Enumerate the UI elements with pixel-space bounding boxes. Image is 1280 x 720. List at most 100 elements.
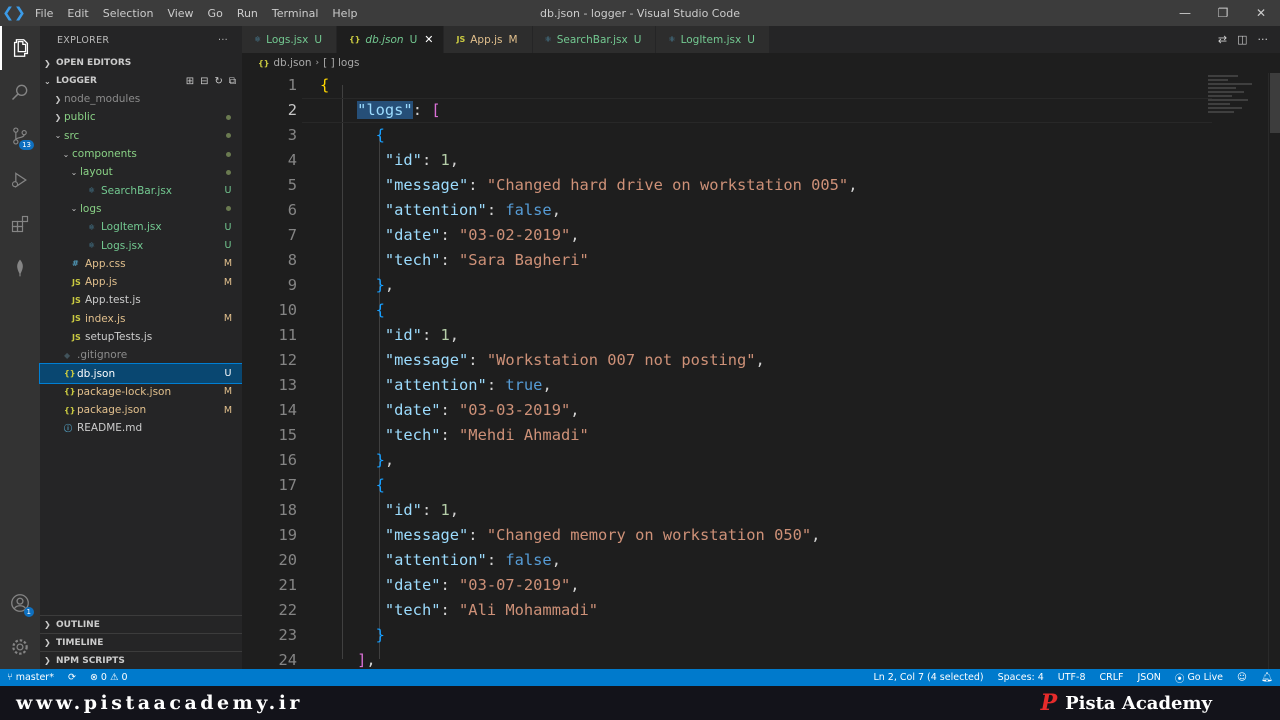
- close-tab-icon[interactable]: ✕: [424, 33, 433, 46]
- tab-status: U: [409, 33, 418, 46]
- git-status: M: [223, 313, 233, 325]
- modified-dot-icon: [225, 151, 231, 157]
- file-item[interactable]: # App.css M: [40, 255, 242, 273]
- breadcrumb-file[interactable]: db.json: [273, 57, 311, 69]
- restore-icon[interactable]: ❐: [1204, 0, 1242, 26]
- tab-searchbar-jsx[interactable]: ⚛ SearchBar.jsx U: [532, 26, 657, 53]
- outline-section[interactable]: ❯ OUTLINE: [40, 615, 242, 633]
- code-token: "id": [384, 151, 422, 169]
- line-number: 8: [287, 251, 297, 269]
- breadcrumb-symbol[interactable]: [ ] logs: [323, 57, 359, 69]
- explorer-actions: ⊞ ⊟ ↻ ⧉: [186, 76, 242, 87]
- language-mode[interactable]: JSON: [1131, 671, 1168, 685]
- line-number: 10: [278, 301, 297, 319]
- file-item[interactable]: ⚛ Logs.jsx U: [40, 236, 242, 254]
- file-item[interactable]: {} db.json U: [39, 363, 243, 384]
- search-icon[interactable]: [0, 70, 40, 114]
- code-line: 21 "date": "03-07-2019",: [242, 573, 1202, 598]
- file-type-icon: JS: [72, 277, 81, 287]
- problems-indicator[interactable]: ⊗ 0 ⚠ 0: [83, 672, 135, 683]
- collapse-all-icon[interactable]: ⧉: [229, 76, 236, 87]
- code-token: "Changed hard drive on workstation 005": [486, 176, 849, 194]
- code-editor[interactable]: 1{2 "logs": [3 {4 "id": 1, 5 "message": "…: [242, 73, 1280, 669]
- source-control-icon[interactable]: 13: [0, 114, 40, 158]
- sync-icon[interactable]: ⟳: [61, 672, 83, 683]
- open-editors-section[interactable]: ❯ OPEN EDITORS: [40, 54, 242, 72]
- more-actions-icon[interactable]: ···: [218, 35, 228, 46]
- file-item[interactable]: JS App.test.js: [40, 291, 242, 309]
- menu-help[interactable]: Help: [325, 7, 364, 20]
- minimap[interactable]: [1208, 73, 1268, 133]
- vertical-scrollbar[interactable]: [1268, 73, 1280, 669]
- new-file-icon[interactable]: ⊞: [186, 76, 194, 87]
- refresh-icon[interactable]: ↻: [214, 76, 222, 87]
- file-item[interactable]: ⓘ README.md: [40, 419, 242, 437]
- branch-indicator[interactable]: ⑂ master*: [0, 672, 61, 683]
- settings-gear-icon[interactable]: [0, 625, 40, 669]
- tab-db-json[interactable]: {} db.json U ✕: [337, 26, 445, 53]
- run-debug-icon[interactable]: [0, 158, 40, 202]
- compare-icon[interactable]: ⇄: [1218, 33, 1227, 46]
- close-window-icon[interactable]: ✕: [1242, 0, 1280, 26]
- menu-view[interactable]: View: [160, 7, 200, 20]
- line-ending[interactable]: CRLF: [1093, 671, 1131, 685]
- file-item[interactable]: ⚛ LogItem.jsx U: [40, 218, 242, 236]
- split-editor-icon[interactable]: ◫: [1237, 33, 1247, 46]
- code-token: ,: [848, 176, 858, 194]
- vscode-logo-icon: ❮❯: [2, 5, 26, 21]
- file-item[interactable]: JS App.js M: [40, 273, 242, 291]
- file-item[interactable]: ◆ .gitignore: [40, 346, 242, 364]
- go-live-button[interactable]: ⦿ Go Live: [1168, 671, 1230, 685]
- folder-item[interactable]: ❯ node_modules: [40, 90, 242, 108]
- file-item[interactable]: JS index.js M: [40, 310, 242, 328]
- extensions-icon[interactable]: [0, 202, 40, 246]
- folder-item[interactable]: ❯ public: [40, 108, 242, 126]
- menu-run[interactable]: Run: [230, 7, 265, 20]
- accounts-icon[interactable]: 1: [0, 581, 40, 625]
- encoding[interactable]: UTF-8: [1051, 671, 1093, 685]
- notifications-icon[interactable]: 🔔︎: [1254, 671, 1280, 685]
- code-token: :: [440, 226, 460, 244]
- npm-scripts-section[interactable]: ❯ NPM SCRIPTS: [40, 651, 242, 669]
- file-type-icon: #: [72, 259, 79, 269]
- cursor-position[interactable]: Ln 2, Col 7 (4 selected): [866, 671, 990, 685]
- tab-logs-jsx[interactable]: ⚛ Logs.jsx U: [242, 26, 338, 53]
- tab-app-js[interactable]: JS App.js M: [444, 26, 533, 53]
- tree-item-label: App.css: [85, 257, 126, 270]
- file-type-icon: JS: [72, 332, 81, 342]
- tree-item-label: Logs.jsx: [101, 239, 144, 252]
- menu-selection[interactable]: Selection: [96, 7, 161, 20]
- folder-item[interactable]: ⌄ layout: [40, 163, 242, 181]
- mongodb-leaf-icon[interactable]: [0, 246, 40, 290]
- tab-label: App.js: [470, 33, 503, 46]
- file-item[interactable]: {} package-lock.json M: [40, 383, 242, 401]
- minimize-icon[interactable]: —: [1166, 0, 1204, 26]
- code-token: ,: [384, 451, 395, 469]
- folder-item[interactable]: ⌄ logs: [40, 200, 242, 218]
- folder-item[interactable]: ⌄ components: [40, 145, 242, 163]
- folder-item[interactable]: ⌄ src: [40, 127, 242, 145]
- file-item[interactable]: JS setupTests.js: [40, 328, 242, 346]
- line-code: {: [320, 298, 385, 323]
- timeline-section[interactable]: ❯ TIMELINE: [40, 633, 242, 651]
- menu-edit[interactable]: Edit: [60, 7, 95, 20]
- tab-logitem-jsx[interactable]: ⚛ LogItem.jsx U: [656, 26, 770, 53]
- project-section[interactable]: ⌄ LOGGER ⊞ ⊟ ↻ ⧉: [40, 72, 242, 90]
- file-item[interactable]: ⚛ SearchBar.jsx U: [40, 181, 242, 199]
- feedback-icon[interactable]: ☺: [1230, 671, 1254, 685]
- line-code: "tech": "Sara Bagheri": [320, 248, 589, 273]
- scrollbar-thumb[interactable]: [1270, 73, 1280, 133]
- menu-file[interactable]: File: [28, 7, 60, 20]
- menu-go[interactable]: Go: [201, 7, 230, 20]
- file-item[interactable]: {} package.json M: [40, 401, 242, 419]
- new-folder-icon[interactable]: ⊟: [200, 76, 208, 87]
- tree-item-label: README.md: [77, 422, 143, 435]
- menu-terminal[interactable]: Terminal: [265, 7, 326, 20]
- chevron-right-icon: ❯: [44, 620, 51, 629]
- indentation[interactable]: Spaces: 4: [991, 671, 1051, 685]
- more-actions-icon[interactable]: ···: [1258, 33, 1269, 46]
- explorer-icon[interactable]: [0, 26, 40, 70]
